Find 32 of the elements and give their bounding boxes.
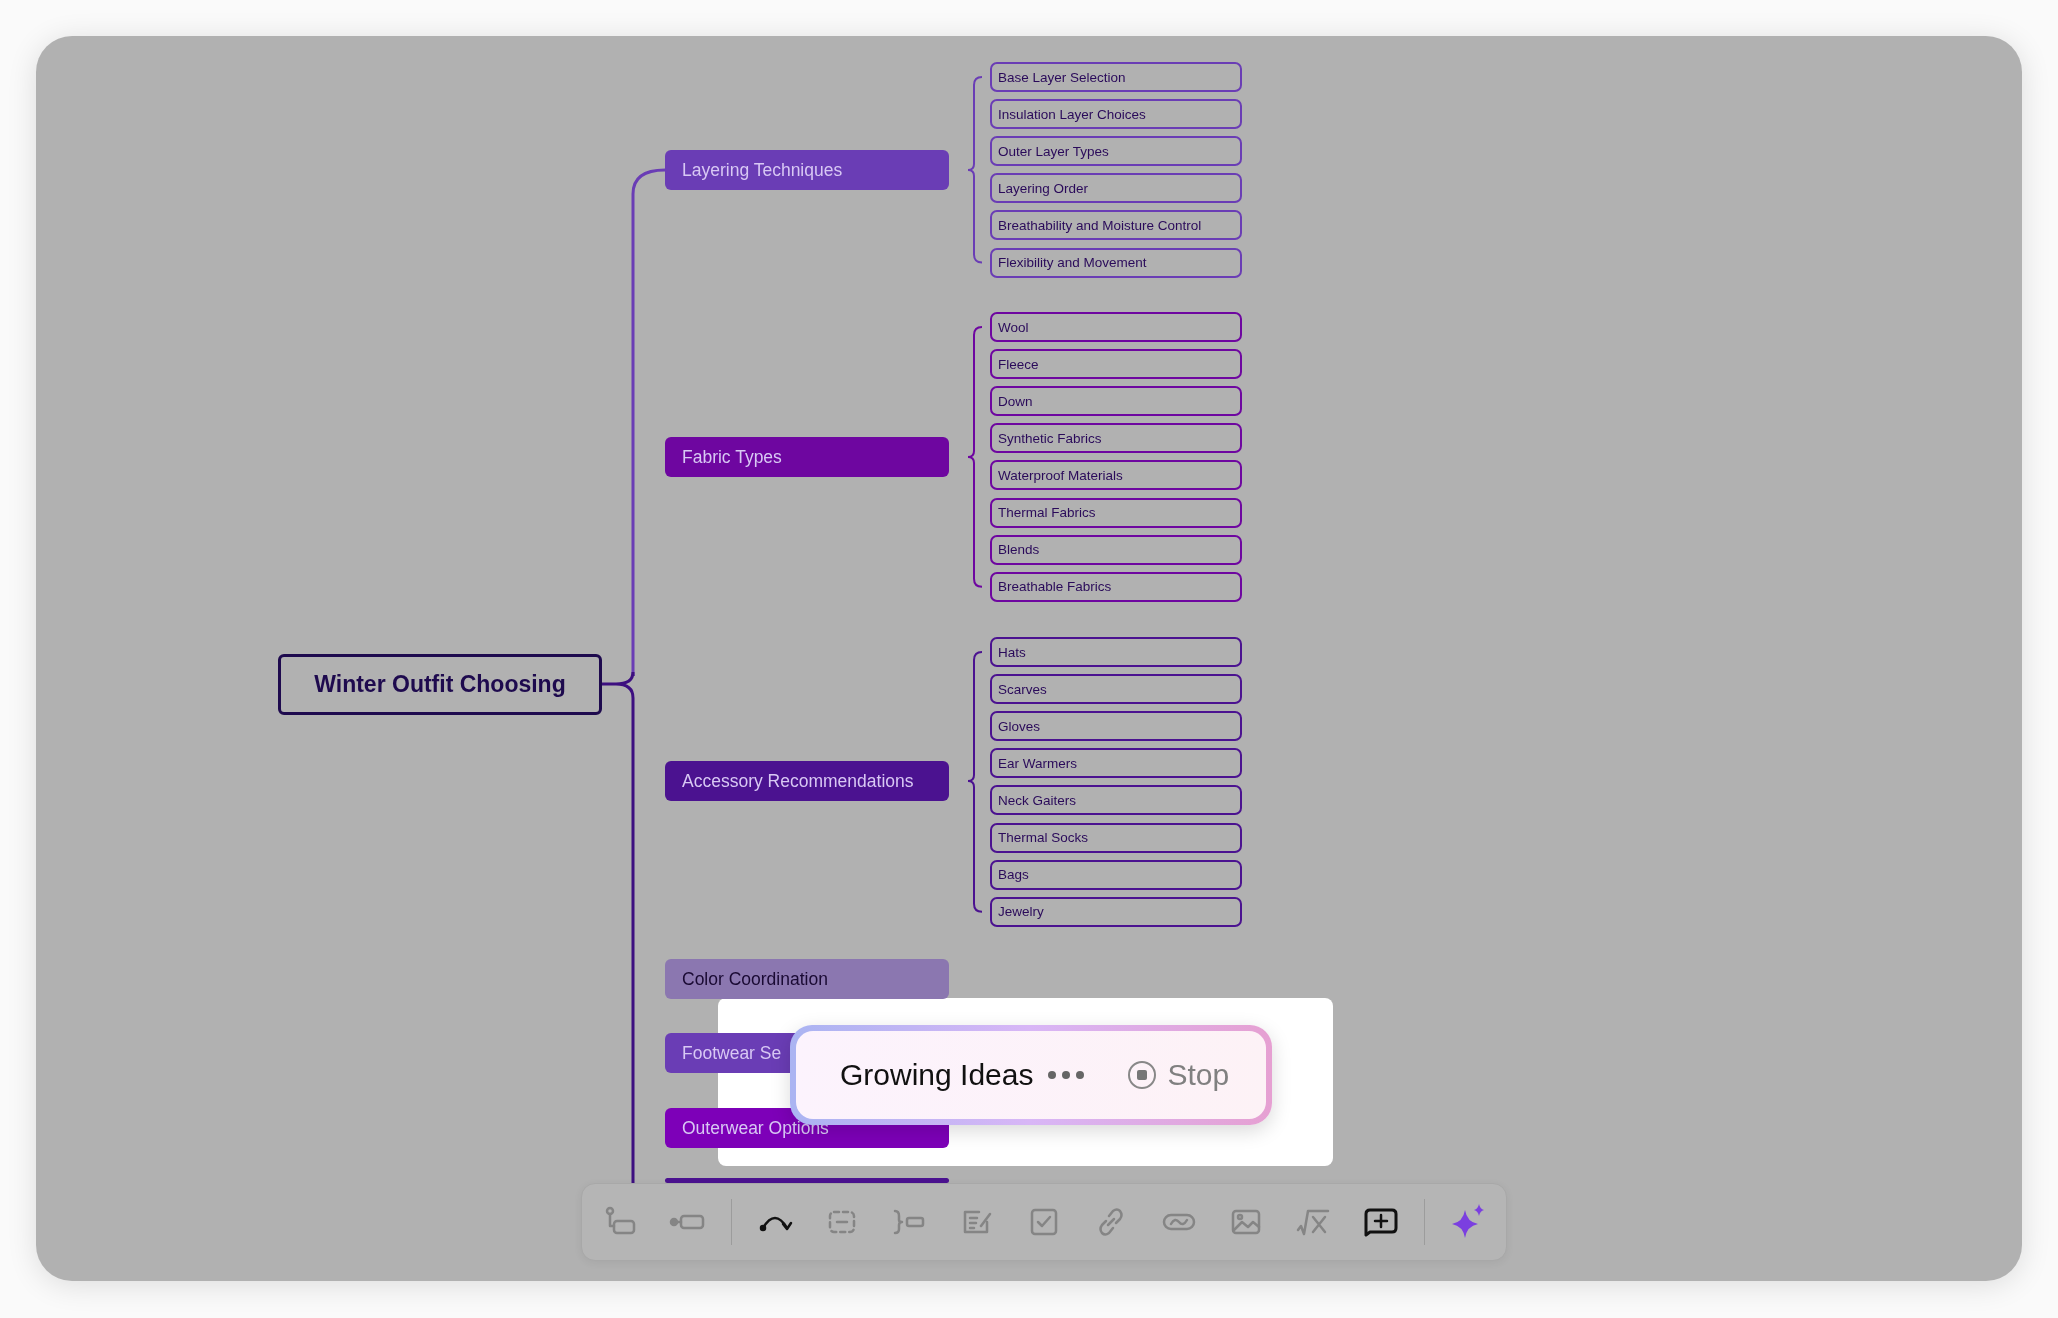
stop-icon (1127, 1060, 1158, 1090)
subtopic-node[interactable]: Base Layer Selection (990, 62, 1242, 92)
topic-node[interactable] (665, 1178, 949, 1183)
subtopic-node[interactable]: Waterproof Materials (990, 460, 1242, 491)
root-topic[interactable]: Winter Outfit Choosing (278, 654, 602, 715)
subtopic-node[interactable]: Ear Warmers (990, 748, 1242, 779)
subtopic-node[interactable]: Layering Order (990, 173, 1242, 204)
subtopic-node[interactable]: Fleece (990, 349, 1242, 380)
subtopic-node[interactable]: Jewelry (990, 896, 1242, 927)
subtopic-node[interactable]: Gloves (990, 711, 1242, 742)
subtopic-node[interactable]: Blends (990, 534, 1242, 565)
subtopic-node[interactable]: Flexibility and Movement (990, 247, 1242, 278)
topic-node[interactable]: Color Coordination (665, 959, 949, 999)
subtopic-node[interactable]: Down (990, 386, 1242, 417)
subtopic-node[interactable]: Synthetic Fabrics (990, 423, 1242, 454)
subtopic-node[interactable]: Neck Gaiters (990, 785, 1242, 816)
subtopic-node[interactable]: Thermal Socks (990, 822, 1242, 853)
subtopic-node[interactable]: Breathability and Moisture Control (990, 210, 1242, 241)
subtopic-node[interactable]: Breathable Fabrics (990, 571, 1242, 602)
topic-node[interactable]: Layering Techniques (665, 150, 949, 190)
stop-button[interactable]: Stop (1127, 1058, 1230, 1092)
subtopic-node[interactable]: Wool (990, 312, 1242, 342)
subtopic-node[interactable]: Scarves (990, 674, 1242, 705)
subtopic-node[interactable]: Thermal Fabrics (990, 497, 1242, 528)
status-text: Growing Ideas (840, 1058, 1034, 1092)
topic-node[interactable]: Accessory Recommendations (665, 761, 949, 801)
subtopic-node[interactable]: Bags (990, 859, 1242, 890)
topic-node[interactable]: Fabric Types (665, 437, 949, 477)
loading-dots-icon (1047, 1070, 1086, 1080)
subtopic-node[interactable]: Insulation Layer Choices (990, 99, 1242, 130)
subtopic-node[interactable]: Outer Layer Types (990, 136, 1242, 167)
subtopic-node[interactable]: Hats (990, 637, 1242, 667)
